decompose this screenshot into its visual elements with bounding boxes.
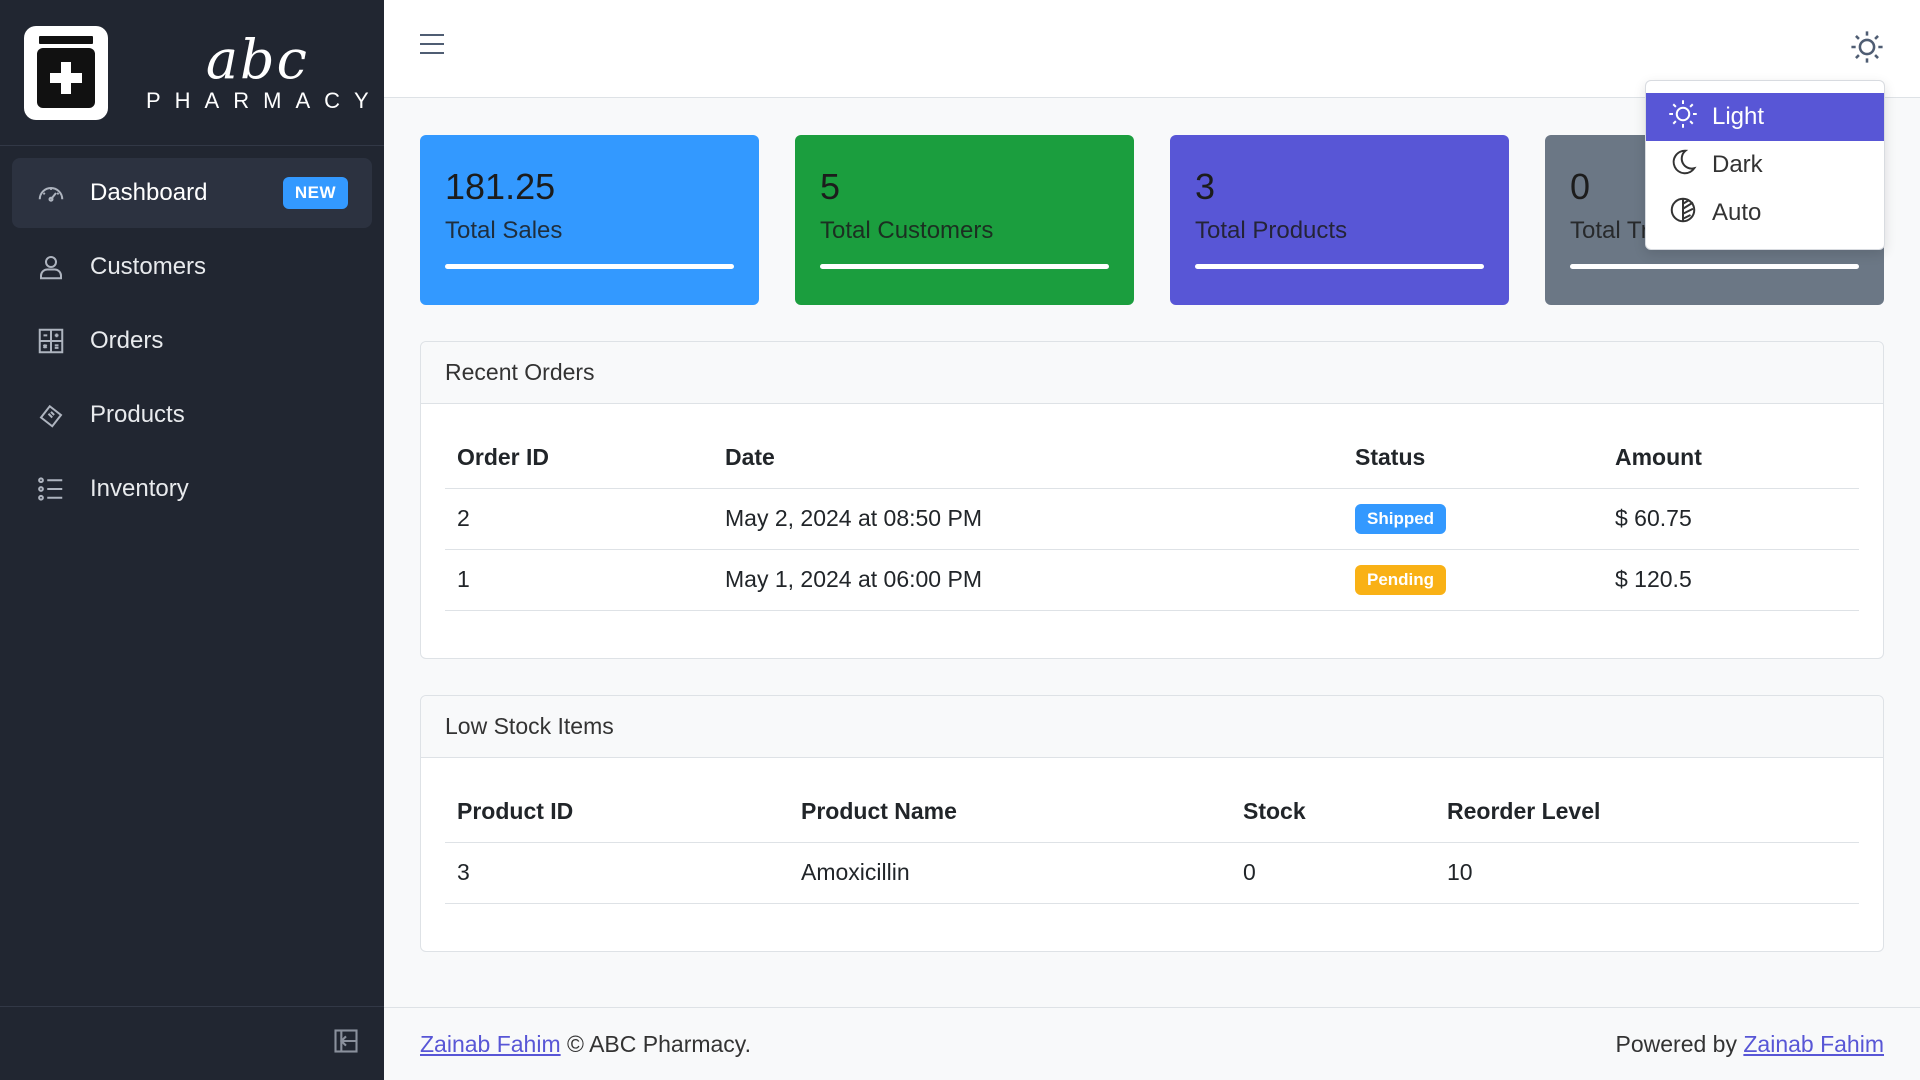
sidebar-item-products[interactable]: Products — [12, 380, 372, 450]
sidebar-item-label: Orders — [90, 327, 164, 354]
theme-option-label: Light — [1712, 103, 1765, 130]
order-amount: $ 120.5 — [1603, 549, 1859, 611]
new-badge: NEW — [282, 177, 348, 209]
low-stock-table: Product ID Product Name Stock Reorder Le… — [445, 782, 1859, 904]
order-id: 2 — [445, 488, 713, 550]
stat-label: Total Customers — [820, 217, 994, 244]
collapse-sidebar-icon[interactable] — [332, 1027, 360, 1060]
stat-label: Total Sales — [445, 217, 563, 244]
sidebar-item-dashboard[interactable]: Dashboard NEW — [12, 158, 372, 228]
sidebar-nav: Dashboard NEW Customers Orders Products — [0, 146, 384, 540]
bandage-icon — [36, 400, 66, 430]
status-badge: Pending — [1355, 565, 1447, 595]
brand[interactable]: abc PHARMACY — [0, 0, 384, 146]
recent-orders-card: Recent Orders Order ID Date Status Amoun… — [420, 341, 1884, 659]
brand-name: PHARMACY — [146, 87, 383, 113]
theme-option-dark[interactable]: Dark — [1646, 141, 1884, 189]
stat-value: 3 — [1195, 166, 1216, 207]
sidebar-item-orders[interactable]: Orders — [12, 306, 372, 376]
stat-progress-bar — [1570, 264, 1859, 269]
column-header: Stock — [1231, 782, 1435, 843]
powered-by-link[interactable]: Zainab Fahim — [1743, 1031, 1884, 1057]
sidebar-item-label: Inventory — [90, 475, 189, 502]
stat-progress-bar — [820, 264, 1109, 269]
sidebar: abc PHARMACY Dashboard NEW Customers Ord… — [0, 0, 384, 1080]
theme-option-label: Dark — [1712, 151, 1763, 178]
pharmacy-logo-icon — [24, 25, 108, 120]
column-header: Amount — [1603, 428, 1859, 489]
calculator-icon — [36, 326, 66, 356]
column-header: Product ID — [445, 782, 789, 843]
recent-orders-table: Order ID Date Status Amount 2 May 2, 202… — [445, 428, 1859, 611]
table-row[interactable]: 2 May 2, 2024 at 08:50 PM Shipped $ 60.7… — [445, 488, 1859, 550]
order-date: May 2, 2024 at 08:50 PM — [713, 488, 1343, 550]
copyright-text: © ABC Pharmacy. — [567, 1030, 751, 1057]
stat-progress-bar — [1195, 264, 1484, 269]
product-reorder-level: 10 — [1435, 842, 1859, 904]
status-badge: Shipped — [1355, 504, 1447, 534]
card-title: Low Stock Items — [421, 696, 1883, 758]
theme-option-label: Auto — [1712, 199, 1762, 226]
sun-icon — [1850, 31, 1884, 68]
stat-progress-bar — [445, 264, 734, 269]
sidebar-item-customers[interactable]: Customers — [12, 232, 372, 302]
stat-card-total-sales: 181.25 Total Sales — [420, 135, 759, 305]
footer-right: Powered by Zainab Fahim — [1616, 1031, 1884, 1058]
sidebar-item-inventory[interactable]: Inventory — [12, 454, 372, 524]
brand-logo-text: abc — [205, 27, 309, 91]
table-header-row: Order ID Date Status Amount — [445, 428, 1859, 489]
powered-by-text: Powered by — [1615, 1030, 1737, 1057]
stat-value: 5 — [820, 166, 841, 207]
column-header: Reorder Level — [1435, 782, 1859, 843]
sun-icon — [1668, 99, 1712, 136]
order-date: May 1, 2024 at 06:00 PM — [713, 549, 1343, 611]
table-row[interactable]: 1 May 1, 2024 at 06:00 PM Pending $ 120.… — [445, 549, 1859, 611]
contrast-icon — [1668, 195, 1712, 232]
product-name: Amoxicillin — [789, 842, 1231, 904]
sidebar-item-label: Customers — [90, 253, 207, 280]
speedometer-icon — [36, 178, 66, 208]
sidebar-item-label: Products — [90, 401, 185, 428]
order-id: 1 — [445, 549, 713, 611]
order-amount: $ 60.75 — [1603, 488, 1859, 550]
card-title: Recent Orders — [421, 342, 1883, 404]
column-header: Status — [1343, 428, 1603, 489]
column-header: Date — [713, 428, 1343, 489]
theme-option-light[interactable]: Light — [1646, 93, 1884, 141]
theme-dropdown: Light Dark Auto — [1645, 80, 1885, 250]
stat-card-total-products: 3 Total Products — [1170, 135, 1509, 305]
author-link[interactable]: Zainab Fahim — [420, 1031, 561, 1057]
table-header-row: Product ID Product Name Stock Reorder Le… — [445, 782, 1859, 843]
product-id: 3 — [445, 842, 789, 904]
column-header: Order ID — [445, 428, 713, 489]
hamburger-menu-icon[interactable] — [420, 34, 444, 58]
list-icon — [36, 474, 66, 504]
user-icon — [36, 252, 66, 282]
product-stock: 0 — [1231, 842, 1435, 904]
table-row[interactable]: 3 Amoxicillin 0 10 — [445, 842, 1859, 904]
low-stock-card: Low Stock Items Product ID Product Name … — [420, 695, 1884, 952]
page-footer: Zainab Fahim © ABC Pharmacy. Powered by … — [384, 1007, 1920, 1080]
footer-left: Zainab Fahim © ABC Pharmacy. — [420, 1031, 751, 1058]
stat-value: 181.25 — [445, 166, 556, 207]
stat-card-total-customers: 5 Total Customers — [795, 135, 1134, 305]
moon-icon — [1668, 147, 1712, 184]
stat-label: Total Products — [1195, 217, 1348, 244]
theme-toggle-button[interactable] — [1850, 30, 1884, 64]
theme-option-auto[interactable]: Auto — [1646, 189, 1884, 237]
sidebar-footer — [0, 1006, 384, 1080]
sidebar-item-label: Dashboard — [90, 179, 208, 206]
column-header: Product Name — [789, 782, 1231, 843]
